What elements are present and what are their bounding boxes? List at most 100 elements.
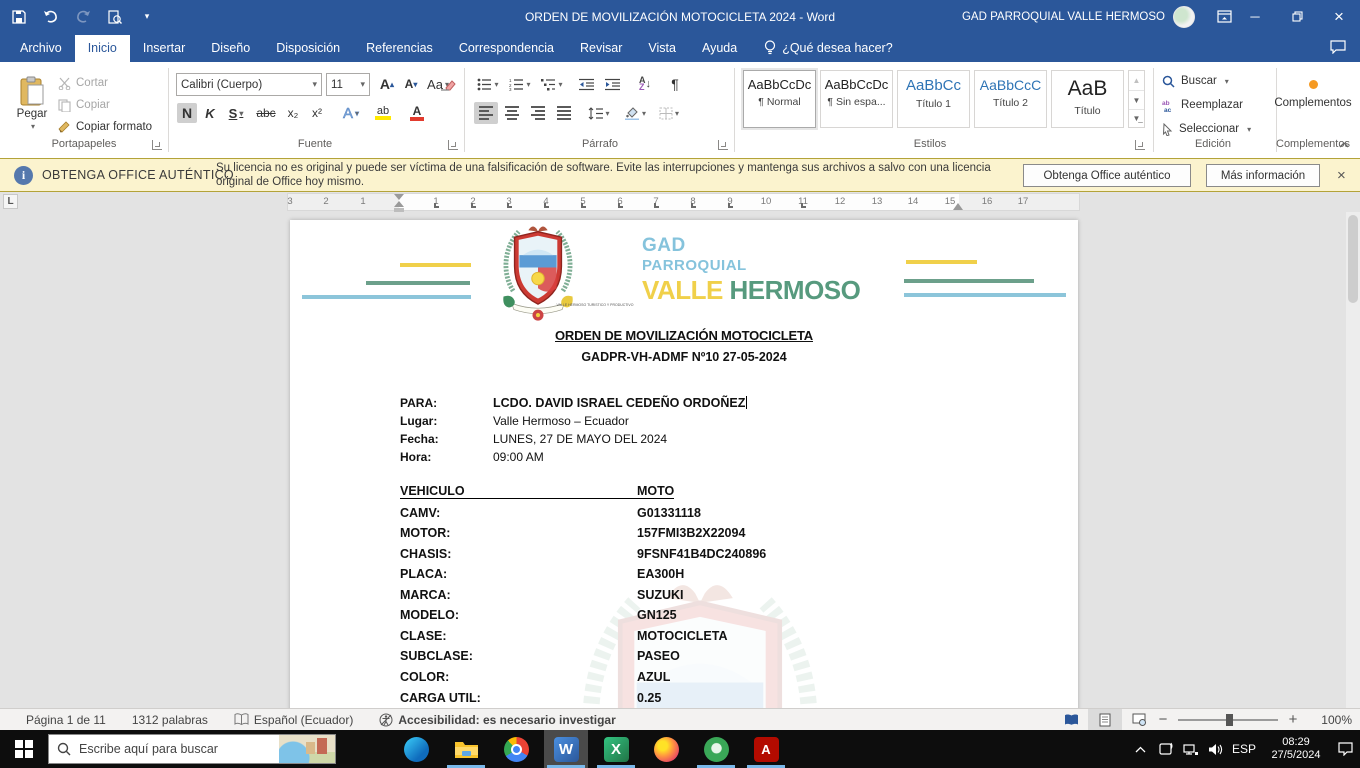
bullets-button[interactable]: ▾ (474, 73, 502, 95)
align-right-button[interactable] (526, 102, 550, 124)
tab-ayuda[interactable]: Ayuda (689, 35, 750, 62)
styles-gallery-more-button[interactable]: ▼̲ (1129, 109, 1144, 127)
style-sin-espaciado[interactable]: AaBbCcDc ¶ Sin espa... (820, 70, 893, 128)
taskbar-word-icon[interactable]: W (544, 730, 588, 768)
tab-vista[interactable]: Vista (635, 35, 689, 62)
page-indicator[interactable]: Página 1 de 11 (26, 713, 106, 727)
word-count[interactable]: 1312 palabras (132, 713, 208, 727)
align-left-button[interactable] (474, 102, 498, 124)
taskbar-excel-icon[interactable]: X (594, 730, 638, 768)
align-center-button[interactable] (500, 102, 524, 124)
tab-disposicion[interactable]: Disposición (263, 35, 353, 62)
print-preview-button[interactable] (104, 6, 126, 28)
font-color-button[interactable]: A (402, 102, 432, 124)
action-center-icon[interactable] (1336, 740, 1354, 758)
collapse-ribbon-button[interactable] (1336, 134, 1352, 156)
justify-button[interactable] (552, 102, 576, 124)
account-area[interactable]: GAD PARROQUIAL VALLE HERMOSO (962, 0, 1232, 33)
style-titulo-1[interactable]: AaBbCc Título 1 (897, 70, 970, 128)
zoom-slider[interactable] (1178, 713, 1278, 726)
taskbar-acrobat-icon[interactable]: A (744, 730, 788, 768)
font-size-combobox[interactable]: 11 ▾ (326, 73, 370, 96)
taskbar-green-browser-icon[interactable] (694, 730, 738, 768)
italic-button[interactable]: K (200, 102, 220, 124)
tray-network-icon[interactable] (1182, 740, 1200, 758)
clipboard-dialog-launcher[interactable] (152, 140, 162, 150)
font-name-combobox[interactable]: Calibri (Cuerpo) ▾ (176, 73, 322, 96)
taskbar-edge-icon[interactable] (394, 730, 438, 768)
taskbar-search-box[interactable] (48, 734, 336, 764)
print-layout-button[interactable] (1088, 709, 1122, 730)
show-paragraph-marks-button[interactable]: ¶ (664, 73, 686, 95)
undo-button[interactable] (40, 6, 62, 28)
paragraph-dialog-launcher[interactable] (718, 140, 728, 150)
read-mode-button[interactable] (1054, 709, 1088, 730)
decrease-indent-button[interactable] (574, 73, 598, 95)
accessibility-status[interactable]: Accesibilidad: es necesario investigar (379, 713, 616, 727)
select-button[interactable]: Seleccionar ▾ (1162, 118, 1266, 140)
tab-correspondencia[interactable]: Correspondencia (446, 35, 567, 62)
taskbar-chrome-icon[interactable] (494, 730, 538, 768)
line-spacing-button[interactable]: ▾ (584, 102, 614, 124)
grow-font-button[interactable]: A ▴ (376, 73, 398, 95)
subscript-button[interactable]: x₂ (282, 102, 304, 124)
document-page[interactable]: VALLE HERMOSO TURISTICO Y PRODUCTIVO GAD… (290, 220, 1078, 708)
indent-marker[interactable] (394, 194, 404, 212)
search-highlight-image[interactable] (279, 735, 335, 763)
multilevel-list-button[interactable]: ▾ (538, 73, 566, 95)
tab-diseno[interactable]: Diseño (198, 35, 263, 62)
styles-dialog-launcher[interactable] (1135, 140, 1145, 150)
comments-icon[interactable] (1330, 40, 1346, 54)
superscript-button[interactable]: x² (306, 102, 328, 124)
save-button[interactable] (8, 6, 30, 28)
close-warning-icon[interactable]: × (1337, 167, 1346, 184)
close-button[interactable]: × (1318, 0, 1360, 33)
taskbar-firefox-icon[interactable] (644, 730, 688, 768)
tray-language-indicator[interactable]: ESP (1232, 742, 1256, 756)
tray-clock[interactable]: 08:29 27/5/2024 (1263, 736, 1329, 762)
find-button[interactable]: Buscar ▾ (1162, 70, 1252, 92)
bold-button[interactable]: N (176, 102, 198, 124)
borders-button[interactable]: ▾ (654, 102, 684, 124)
web-layout-button[interactable] (1122, 709, 1156, 730)
increase-indent-button[interactable] (600, 73, 624, 95)
replace-button[interactable]: ab ac Reemplazar (1162, 94, 1262, 116)
vertical-scrollbar[interactable] (1346, 212, 1360, 708)
shading-button[interactable]: ▾ (620, 102, 650, 124)
strikethrough-button[interactable]: abc (252, 102, 280, 124)
sort-button[interactable]: AZ ↓ (632, 73, 658, 95)
minimize-button[interactable]: ─ (1234, 0, 1276, 33)
tab-insertar[interactable]: Insertar (130, 35, 198, 62)
horizontal-ruler[interactable]: 3 2 1 1 2 3 4 5 6 7 8 9 10 11 12 13 14 1… (287, 193, 1080, 212)
tell-me-box[interactable]: ¿Qué desea hacer? (764, 40, 893, 62)
style-normal[interactable]: AaBbCcDc ¶ Normal (743, 70, 816, 128)
underline-button[interactable]: S ▾ (222, 102, 250, 124)
text-effects-button[interactable]: A ▾ (336, 102, 366, 124)
style-titulo-2[interactable]: AaBbCcC Título 2 (974, 70, 1047, 128)
ribbon-display-options-icon[interactable] (1217, 10, 1232, 23)
tab-selector[interactable]: L (3, 194, 18, 209)
highlight-color-button[interactable]: ab (368, 102, 398, 124)
proofing-status[interactable]: Español (Ecuador) (234, 713, 353, 727)
format-painter-button[interactable]: Copiar formato (58, 116, 166, 138)
customize-quick-access-icon[interactable]: ▾ (136, 6, 158, 28)
clear-formatting-button[interactable] (436, 73, 460, 95)
zoom-in-button[interactable]: + (1286, 711, 1300, 728)
addins-button[interactable]: Complementos (1274, 70, 1352, 118)
start-button[interactable] (0, 730, 48, 768)
zoom-level[interactable]: 100% (1310, 713, 1352, 727)
restore-button[interactable] (1276, 0, 1318, 33)
tab-inicio[interactable]: Inicio (74, 35, 130, 62)
numbering-button[interactable]: 123 ▾ (506, 73, 534, 95)
tray-chevron-up-icon[interactable] (1132, 740, 1150, 758)
shrink-font-button[interactable]: A ▾ (400, 73, 422, 95)
styles-scroll-down-button[interactable]: ▼ (1129, 90, 1144, 109)
tab-revisar[interactable]: Revisar (567, 35, 635, 62)
tray-tablet-mode-icon[interactable] (1157, 740, 1175, 758)
search-input[interactable] (79, 742, 279, 756)
styles-scroll-up-button[interactable]: ▲ (1129, 71, 1144, 90)
more-info-button[interactable]: Más información (1206, 164, 1320, 187)
style-titulo[interactable]: AaB Título (1051, 70, 1124, 128)
redo-button[interactable] (72, 6, 94, 28)
font-dialog-launcher[interactable] (448, 140, 458, 150)
